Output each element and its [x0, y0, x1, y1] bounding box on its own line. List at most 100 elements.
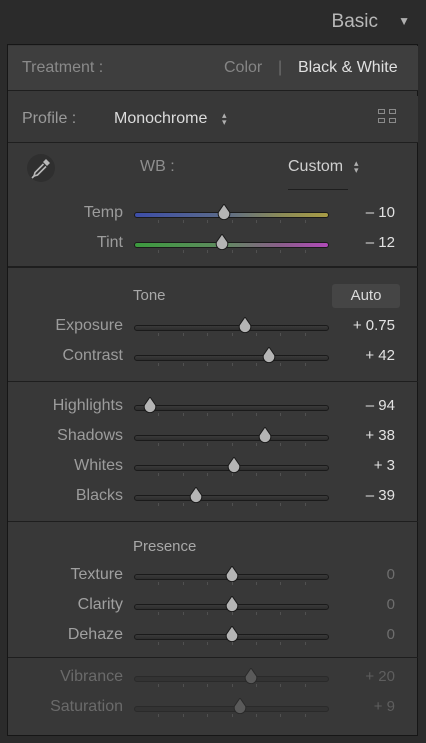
slider-tick — [158, 250, 160, 253]
slider-tick — [304, 612, 306, 615]
exposure-slider-track[interactable] — [134, 325, 329, 331]
slider-tick — [280, 612, 282, 615]
slider-tick — [304, 714, 306, 717]
slider-ticks — [134, 413, 329, 417]
slider-tick — [182, 642, 184, 645]
temp-slider-track[interactable] — [134, 212, 329, 218]
wb-dropdown[interactable]: Custom — [288, 158, 343, 176]
tint-slider-thumb[interactable] — [215, 234, 229, 250]
highlights-slider-track[interactable] — [134, 405, 329, 411]
tint-slider-track[interactable] — [134, 242, 329, 248]
slider-tick — [207, 582, 209, 585]
slider-tick — [231, 503, 233, 506]
slider-tick — [231, 443, 233, 446]
whites-value[interactable]: + 3 — [374, 457, 395, 474]
shadows-label: Shadows — [57, 427, 123, 444]
treatment-row: Treatment : Color | Black & White — [8, 46, 418, 91]
treatment-bw-option[interactable]: Black & White — [298, 59, 398, 77]
slider-tick — [158, 582, 160, 585]
dehaze-slider-thumb[interactable] — [225, 626, 239, 642]
shadows-slider-track[interactable] — [134, 435, 329, 441]
slider-tick — [182, 413, 184, 416]
slider-tick — [280, 714, 282, 717]
slider-tick — [231, 714, 233, 717]
blacks-value[interactable]: – 39 — [366, 487, 395, 504]
slider-tick — [207, 473, 209, 476]
slider-tick — [182, 714, 184, 717]
slider-ticks — [134, 250, 329, 254]
slider-ticks — [134, 220, 329, 224]
slider-tick — [207, 250, 209, 253]
clarity-label: Clarity — [77, 596, 123, 613]
slider-tick — [231, 250, 233, 253]
collapse-triangle-icon[interactable]: ▼ — [398, 14, 410, 28]
slider-tick — [182, 220, 184, 223]
slider-tick — [304, 642, 306, 645]
exposure-value[interactable]: + 0.75 — [353, 317, 395, 334]
slider-tick — [280, 582, 282, 585]
whites-slider-thumb[interactable] — [227, 457, 241, 473]
highlights-slider-thumb[interactable] — [143, 397, 157, 413]
auto-tone-button[interactable]: Auto — [332, 284, 400, 308]
slider-ticks — [134, 503, 329, 507]
eyedropper-icon[interactable] — [26, 153, 56, 183]
panel-header[interactable]: Basic ▼ — [0, 0, 426, 44]
slider-tick — [158, 612, 160, 615]
exposure-slider-thumb[interactable] — [238, 317, 252, 333]
texture-label: Texture — [70, 566, 123, 583]
shadows-slider-thumb[interactable] — [258, 427, 272, 443]
highlights-slider-row: Highlights – 94 — [0, 393, 426, 423]
temp-slider-row: Temp – 10 — [0, 200, 426, 230]
clarity-value[interactable]: 0 — [387, 596, 395, 613]
profile-browser-grid-icon[interactable] — [378, 109, 398, 125]
slider-tick — [207, 642, 209, 645]
wb-dropdown-arrows-icon[interactable]: ▴ ▾ — [354, 159, 359, 175]
exposure-label: Exposure — [55, 317, 123, 334]
slider-tick — [280, 684, 282, 687]
texture-slider-row: Texture 0 — [0, 562, 426, 592]
tint-value[interactable]: – 12 — [366, 234, 395, 251]
slider-tick — [255, 250, 257, 253]
slider-tick — [231, 413, 233, 416]
slider-tick — [182, 473, 184, 476]
slider-tick — [280, 503, 282, 506]
slider-tick — [255, 582, 257, 585]
slider-tick — [304, 443, 306, 446]
saturation-slider-track — [134, 706, 329, 712]
slider-tick — [304, 473, 306, 476]
slider-tick — [158, 714, 160, 717]
slider-tick — [255, 443, 257, 446]
profile-row: Profile : Monochrome ▴ ▾ — [8, 96, 418, 143]
contrast-slider-thumb[interactable] — [262, 347, 276, 363]
slider-tick — [158, 333, 160, 336]
shadows-value[interactable]: + 38 — [365, 427, 395, 444]
dehaze-value[interactable]: 0 — [387, 626, 395, 643]
slider-tick — [255, 413, 257, 416]
temp-value[interactable]: – 10 — [366, 204, 395, 221]
tone-group-divider — [8, 381, 418, 382]
highlights-value[interactable]: – 94 — [366, 397, 395, 414]
blacks-slider-thumb[interactable] — [189, 487, 203, 503]
slider-tick — [231, 684, 233, 687]
slider-tick — [255, 503, 257, 506]
tone-section-title: Tone — [133, 287, 166, 304]
slider-ticks — [134, 333, 329, 337]
slider-tick — [255, 333, 257, 336]
exposure-slider-row: Exposure + 0.75 — [0, 313, 426, 343]
profile-label: Profile : — [22, 110, 77, 127]
texture-slider-thumb[interactable] — [225, 566, 239, 582]
blacks-slider-track[interactable] — [134, 495, 329, 501]
profile-dropdown[interactable]: Monochrome — [114, 110, 207, 128]
vibrance-slider-row: Vibrance + 20 — [0, 664, 426, 694]
temp-slider-thumb[interactable] — [217, 204, 231, 220]
slider-tick — [231, 473, 233, 476]
contrast-value[interactable]: + 42 — [365, 347, 395, 364]
slider-tick — [280, 413, 282, 416]
texture-value[interactable]: 0 — [387, 566, 395, 583]
treatment-color-option[interactable]: Color — [224, 59, 262, 77]
slider-tick — [158, 642, 160, 645]
profile-dropdown-arrows-icon[interactable]: ▴ ▾ — [222, 111, 227, 127]
contrast-slider-track[interactable] — [134, 355, 329, 361]
slider-ticks — [134, 473, 329, 477]
clarity-slider-thumb[interactable] — [225, 596, 239, 612]
